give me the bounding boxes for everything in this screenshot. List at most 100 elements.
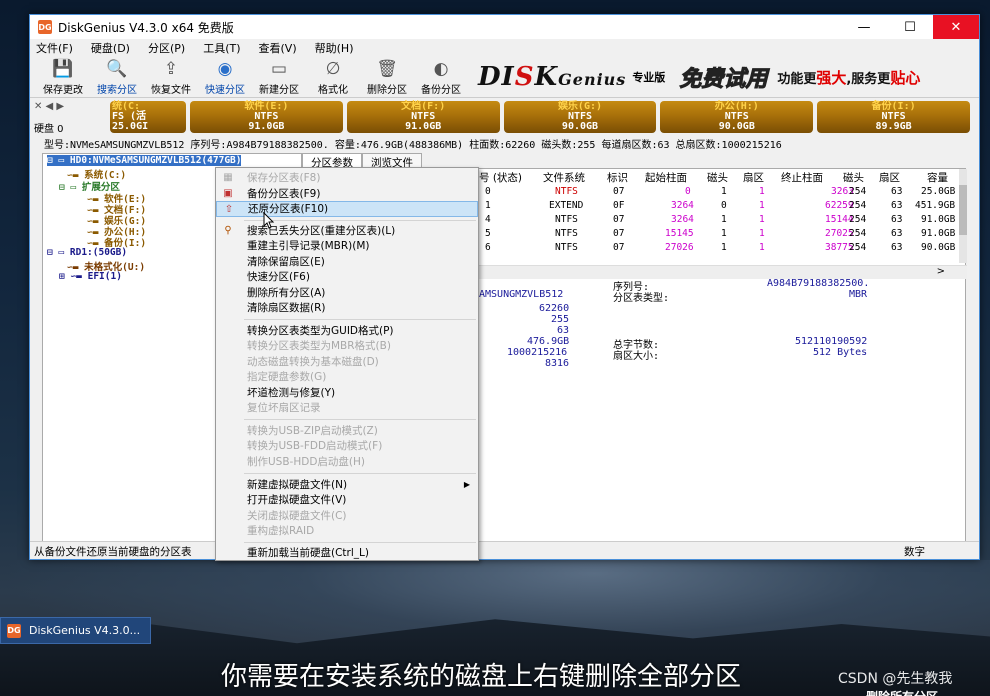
edition-label: 专业版 [632,71,666,84]
col-header[interactable]: 容量 [927,170,948,185]
close-button[interactable]: ✕ [933,15,979,39]
partition-block[interactable]: 文档(F:) NTFS 91.0GB [346,101,500,133]
search-icon: 🔍 [106,59,128,79]
menu-item-reload-disk[interactable]: 重新加载当前硬盘(Ctrl_L) [216,545,478,561]
col-header[interactable]: 标识 [607,170,628,185]
csdn-watermark: CSDN @先生教我 [838,671,953,687]
chevron-right-icon[interactable]: > [937,266,945,277]
menu-separator [244,473,476,474]
partition-block[interactable]: 办公(H:) NTFS 90.0GB [660,101,814,133]
ptype-label: 分区表类型: [613,293,670,304]
menu-disk[interactable]: 硬盘(D) [91,40,130,56]
taskbar-diskgenius[interactable]: DG DiskGenius V4.3.0... [0,617,151,644]
disk-nav-arrows[interactable]: ✕ ◀ ▶ [34,101,78,112]
backup-icon: ◐ [433,59,449,79]
save-icon: 💾 [52,59,74,79]
partition-block[interactable]: 娱乐(G:) NTFS 90.0GB [503,101,657,133]
quick-partition-button[interactable]: ◉ 快速分区 [198,56,252,96]
app-icon: DG [7,623,21,638]
partition-block[interactable]: 备份(I:) NTFS 89.9GB [817,101,970,133]
menu-item-rebuild-mbr[interactable]: 重建主引导记录(MBR)(M) [216,238,478,254]
menu-item-usb-fdd[interactable]: 转换为USB-FDD启动模式(F) [216,438,478,454]
menu-help[interactable]: 帮助(H) [315,40,354,56]
sector-size-label: 扇区大小: [613,351,660,362]
col-header[interactable]: 扇区 [743,170,764,185]
new-partition-button[interactable]: ▭ 新建分区 [252,56,306,96]
toolbar-label: 保存更改 [43,85,83,96]
menu-item-bad-sector[interactable]: 坏道检测与修复(Y) [216,385,478,401]
backup-partition-button[interactable]: ◐ 备份分区 [414,56,468,96]
menu-item-delete-all[interactable]: 删除所有分区(A) [216,285,478,301]
menu-item-usb-hdd[interactable]: 制作USB-HDD启动盘(H) [216,454,478,470]
bytes-value: 512110190592 [795,336,868,347]
recover-files-button[interactable]: ⇪ 恢复文件 [144,56,198,96]
menu-item-clear-reserved[interactable]: 清除保留扇区(E) [216,254,478,270]
status-text: 从备份文件还原当前硬盘的分区表 [34,546,192,558]
taskbar-label: DiskGenius V4.3.0... [29,624,141,637]
menu-item-dynamic-to-basic[interactable]: 动态磁盘转换为基本磁盘(D) [216,354,478,370]
title-bar: DG DiskGenius V4.3.0 x64 免费版 — ☐ ✕ [30,15,979,39]
menu-item-reset-bad[interactable]: 复位坏扇区记录 [216,400,478,416]
menu-bar: 文件(F) 硬盘(D) 分区(P) 工具(T) 查看(V) 帮助(H) [30,39,979,56]
window-title: DiskGenius V4.3.0 x64 免费版 [58,20,234,35]
detail-cylinders: 62260 [539,303,570,314]
toolbar-label: 新建分区 [259,85,299,96]
recover-icon: ⇪ [163,59,179,79]
col-header[interactable]: 号 (状态) [479,170,522,185]
menu-partition[interactable]: 分区(P) [148,40,185,56]
numlock-indicator: 数字 [904,546,925,558]
vertical-scrollbar[interactable] [959,169,967,263]
format-button[interactable]: ∅ 格式化 [306,56,360,96]
col-header[interactable]: 文件系统 [543,170,585,185]
extended-icon: ⊟ ▭ [59,182,82,193]
menu-tools[interactable]: 工具(T) [203,40,240,56]
menu-item-save-table[interactable]: ▦ 保存分区表(F8) [216,170,478,186]
menu-item-open-vdisk[interactable]: 打开虚拟硬盘文件(V) [216,492,478,508]
menu-item-convert-mbr[interactable]: 转换分区表类型为MBR格式(B) [216,338,478,354]
delete-partition-button[interactable]: 🗑 删除分区 [360,56,414,96]
save-changes-button[interactable]: 💾 保存更改 [36,56,90,96]
toolbar-label: 搜索分区 [97,85,137,96]
partition-block[interactable]: 统(C: FS (活 25.0GI [110,101,186,133]
diskgenius-logo: DISKGenius [478,62,627,92]
menu-item-quick-partition[interactable]: 快速分区(F6) [216,269,478,285]
menu-item-close-vdisk[interactable]: 关闭虚拟硬盘文件(C) [216,508,478,524]
save-icon: ▦ [223,172,233,183]
tree-item-rd1[interactable]: ⊟ ▭ RD1:(50GB) [47,247,127,258]
search-partition-button[interactable]: 🔍 搜索分区 [90,56,144,96]
menu-separator [244,319,476,320]
expand-icon: ⊞ ∽▬ [59,271,88,282]
col-header[interactable]: 起始柱面 [645,170,687,185]
maximize-button[interactable]: ☐ [887,15,933,39]
col-header[interactable]: 扇区 [879,170,900,185]
col-header[interactable]: 终止柱面 [781,170,823,185]
window-controls: — ☐ ✕ [841,15,979,39]
menu-item-restore-table[interactable]: ⇧ 还原分区表(F10) [216,201,478,217]
disk-label: 硬盘 0 [34,124,64,135]
menu-item-backup-table[interactable]: ▣ 备份分区表(F9) [216,186,478,202]
menu-item-clear-sectors[interactable]: 清除扇区数据(R) [216,300,478,316]
menu-item-convert-guid[interactable]: 转换分区表类型为GUID格式(P) [216,323,478,339]
menu-item-disk-params[interactable]: 指定硬盘参数(G) [216,369,478,385]
detail-heads: 255 [551,314,570,325]
menu-item-usb-zip[interactable]: 转换为USB-ZIP启动模式(Z) [216,423,478,439]
menu-item-new-vdisk[interactable]: 新建虚拟硬盘文件(N) ▶ [216,477,478,493]
col-header[interactable]: 磁头 [707,170,728,185]
restore-table-icon: ⇧ [224,204,234,215]
menu-file[interactable]: 文件(F) [36,40,73,56]
toolbar-label: 备份分区 [421,85,461,96]
scroll-thumb[interactable] [959,185,967,235]
tree-item-hd0[interactable]: ⊟ ▭ HD0:NVMeSAMSUNGMZVLB512(477GB) [47,155,242,166]
minimize-button[interactable]: — [841,15,887,39]
menu-view[interactable]: 查看(V) [259,40,297,56]
partition-block[interactable]: 软件(E:) NTFS 91.0GB [190,101,343,133]
menu-item-rebuild-raid[interactable]: 重构虚拟RAID [216,523,478,539]
quick-partition-icon: ◉ [217,59,233,79]
toolbar-label: 删除分区 [367,85,407,96]
mouse-cursor-icon [263,212,275,229]
detail-sectors: 1000215216 [507,347,568,358]
col-header[interactable]: 磁头 [843,170,864,185]
tree-item-efi[interactable]: ⊞ ∽▬ EFI(1) [59,271,122,282]
detail-capacity: 476.9GB [527,336,570,347]
menu-item-search-lost[interactable]: ⚲ 搜索已丢失分区(重建分区表)(L) [216,223,478,239]
